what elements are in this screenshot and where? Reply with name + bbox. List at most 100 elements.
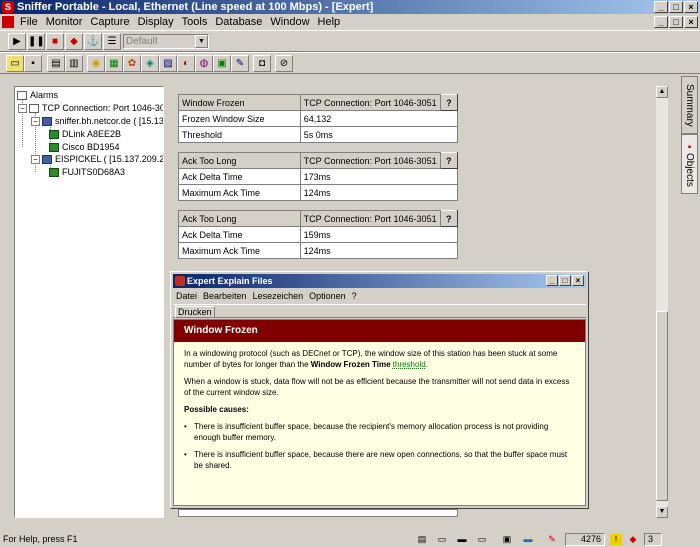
scroll-up-icon[interactable]: ▲ — [656, 86, 668, 98]
tree-item-station-sniffer[interactable]: − sniffer.bh.netcor.de ( [15.13 — [31, 115, 164, 128]
expert-status-icon: ✎ — [548, 534, 556, 544]
alarm-bell-icon[interactable]: ◆ — [627, 534, 639, 545]
child-close-button[interactable]: × — [684, 16, 698, 28]
tree-item-label: Cisco BD1954 — [62, 142, 120, 152]
tree-item-fujitsu[interactable]: FUJITS0D68A3 — [49, 166, 125, 179]
child-restore-button[interactable]: □ — [669, 16, 683, 28]
explain-close-button[interactable]: × — [572, 275, 584, 286]
connection-status-icon: ▭ — [477, 534, 487, 544]
alarm-help-button[interactable]: ? — [439, 210, 459, 227]
menu-window[interactable]: Window — [266, 14, 313, 30]
menu-monitor[interactable]: Monitor — [42, 14, 87, 30]
menu-help[interactable]: Help — [314, 14, 345, 30]
child-minimize-button[interactable]: _ — [654, 16, 668, 28]
print-icon[interactable]: ▤ — [47, 55, 65, 72]
matrix-icon[interactable]: ✿ — [123, 55, 141, 72]
vertical-scrollbar[interactable]: ▲ ▼ — [656, 86, 668, 518]
alarm-field-value: 173ms — [299, 168, 459, 185]
explain-maximize-button[interactable]: □ — [559, 275, 571, 286]
alarm-help-button[interactable]: ? — [439, 94, 459, 111]
tree-item-dlink[interactable]: DLink A8EE2B — [49, 128, 121, 141]
possible-causes-heading: Possible causes: — [184, 405, 249, 414]
menu-optionen[interactable]: Optionen — [306, 289, 349, 303]
alarm-field-value: 124ms — [299, 242, 459, 259]
collapse-icon[interactable]: − — [31, 117, 40, 127]
menu-bearbeiten[interactable]: Bearbeiten — [200, 289, 250, 303]
menu-display[interactable]: Display — [134, 14, 178, 30]
tree-item-tcp-connection[interactable]: − TCP Connection: Port 1046-3051 — [18, 102, 163, 115]
print-button[interactable]: Drucken — [175, 306, 215, 318]
alarm-name: Window Frozen — [178, 94, 301, 111]
expert-tree: Alarms − TCP Connection: Port 1046-3051 −… — [14, 86, 164, 518]
alarm-log-icon[interactable]: ▣ — [213, 55, 231, 72]
application-response-icon[interactable]: ◈ — [141, 55, 159, 72]
alarm-connection: TCP Connection: Port 1046-3051 — [299, 210, 441, 227]
define-filter-icon[interactable]: ☰ — [103, 33, 121, 50]
maximize-button[interactable]: □ — [669, 1, 683, 13]
save-icon[interactable]: ▪ — [24, 55, 42, 72]
capture-buffer-icon: ▬ — [457, 534, 467, 544]
alarm-field-label: Maximum Ack Time — [178, 184, 301, 201]
window-titlebar[interactable]: S Sniffer Portable - Local, Ethernet (Li… — [0, 0, 700, 14]
document-icon[interactable] — [2, 16, 14, 28]
dashboard-icon[interactable]: ◉ — [87, 55, 105, 72]
play-icon[interactable]: ▶ — [8, 33, 26, 50]
menu-file[interactable]: File — [16, 14, 42, 30]
alarm-field-label: Ack Delta Time — [178, 226, 301, 243]
disconnect-icon[interactable]: ⊘ — [275, 55, 293, 72]
explain-minimize-button[interactable]: _ — [546, 275, 558, 286]
scroll-down-icon[interactable]: ▼ — [656, 506, 668, 518]
print-preview-icon[interactable]: ▥ — [65, 55, 83, 72]
explain-app-icon — [175, 276, 185, 286]
profile-select[interactable]: Default ▼ — [123, 34, 209, 49]
alarm-help-button[interactable]: ? — [439, 152, 459, 169]
alarm-table-ack-too-long-1: Ack Too Long TCP Connection: Port 1046-3… — [178, 152, 459, 201]
collapse-icon[interactable]: − — [18, 104, 27, 114]
close-button[interactable]: × — [684, 1, 698, 13]
protocol-distribution-icon[interactable]: ◐ — [177, 55, 195, 72]
tools-toolbar: ▭ ▪ ▤ ▥ ◉ ▦ ✿ ◈ ▨ ◐ ◍ ▣ ✎ ◘ ⊘ — [0, 52, 700, 74]
collapse-icon[interactable]: − — [31, 155, 40, 165]
display-icon[interactable]: ⚓ — [84, 33, 102, 50]
explain-paragraph-2: When a window is stuck, data flow will n… — [184, 377, 570, 397]
global-statistics-icon[interactable]: ◍ — [195, 55, 213, 72]
chevron-down-icon[interactable]: ▼ — [195, 35, 208, 48]
address-book-icon[interactable]: ◘ — [253, 55, 271, 72]
scrollbar-thumb[interactable] — [656, 311, 668, 501]
menu-help-question[interactable]: ? — [349, 289, 360, 303]
alarms-icon — [17, 91, 27, 101]
menu-capture[interactable]: Capture — [86, 14, 133, 30]
alarm-connection: TCP Connection: Port 1046-3051 — [299, 94, 441, 111]
tab-objects[interactable]: ▪Objects — [681, 134, 698, 194]
threshold-link[interactable]: threshold — [393, 360, 426, 369]
pause-icon[interactable]: ❚❚ — [27, 33, 45, 50]
tree-item-label: DLink A8EE2B — [62, 129, 122, 139]
menu-lesezeichen[interactable]: Lesezeichen — [250, 289, 307, 303]
minimize-button[interactable]: _ — [654, 1, 668, 13]
tree-item-alarms[interactable]: Alarms — [17, 89, 58, 102]
explain-titlebar[interactable]: Expert Explain Files _ □ × — [173, 274, 586, 288]
tree-item-label: FUJITS0D68A3 — [62, 167, 126, 177]
alarm-table-ack-too-long-2: Ack Too Long TCP Connection: Port 1046-3… — [178, 210, 459, 259]
tab-summary[interactable]: Summary — [681, 76, 698, 134]
tree-item-station-eispickel[interactable]: − EISPICKEL ( [15.137.209.29] — [31, 153, 164, 166]
stop-icon[interactable]: ■ — [46, 33, 64, 50]
explain-title: Expert Explain Files — [187, 276, 273, 286]
menu-database[interactable]: Database — [211, 14, 266, 30]
alarm-field-value: 124ms — [299, 184, 459, 201]
sniffer-app-icon: S — [2, 1, 14, 13]
tree-item-label: sniffer.bh.netcor.de ( [15.13 — [55, 116, 164, 126]
stop-and-display-icon[interactable]: ◆ — [65, 33, 83, 50]
history-samples-icon[interactable]: ▨ — [159, 55, 177, 72]
network-card-icon — [49, 130, 59, 140]
host-table-icon[interactable]: ▦ — [105, 55, 123, 72]
alarm-name: Ack Too Long — [178, 152, 301, 169]
menubar: File Monitor Capture Display Tools Datab… — [0, 14, 700, 30]
tree-item-label: EISPICKEL ( [15.137.209.29] — [55, 154, 164, 164]
expert-icon[interactable]: ✎ — [231, 55, 249, 72]
menu-datei[interactable]: Datei — [173, 289, 200, 303]
menu-tools[interactable]: Tools — [178, 14, 212, 30]
open-folder-icon[interactable]: ▭ — [6, 55, 24, 72]
printer-icon: ▤ — [417, 534, 427, 544]
alarm-warning-icon[interactable]: ! — [610, 534, 622, 545]
